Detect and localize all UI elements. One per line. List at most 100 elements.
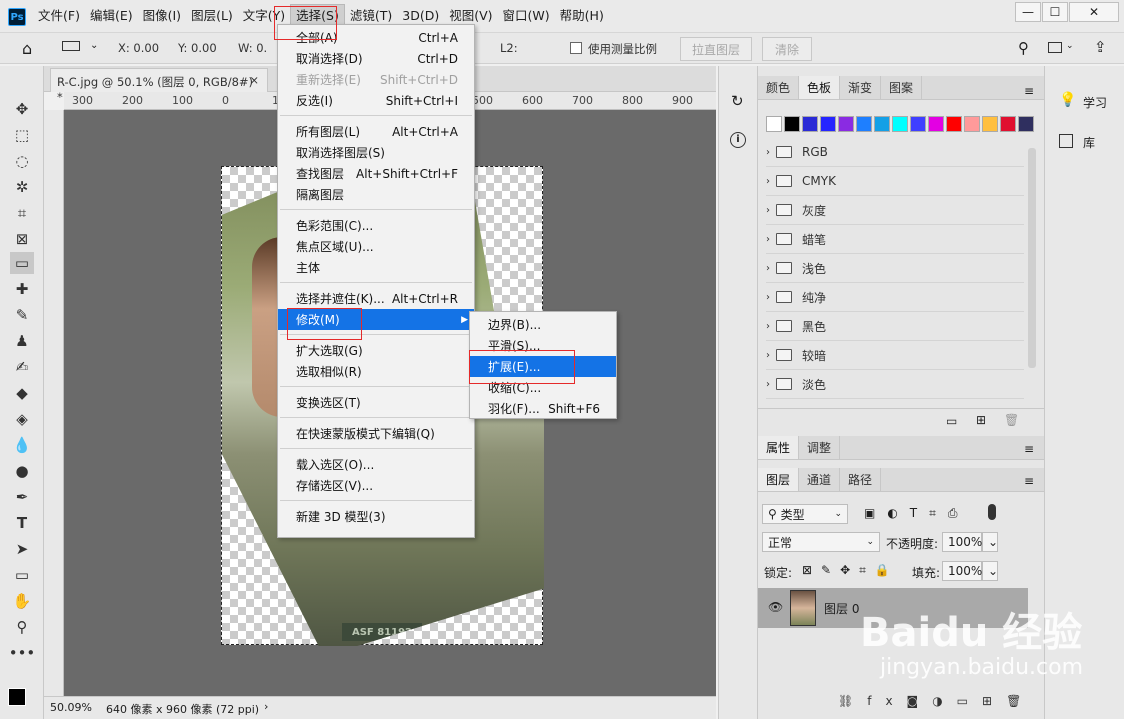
color-swatch[interactable] — [982, 116, 998, 132]
search-icon[interactable]: ⚲ — [1018, 39, 1029, 57]
panel-tab[interactable]: 属性 — [758, 436, 800, 459]
menu-item[interactable]: 所有图层(L) Alt+Ctrl+A — [278, 121, 474, 142]
menu-3[interactable]: 图层(L) — [186, 0, 238, 32]
color-swatch[interactable] — [928, 116, 944, 132]
swatch-group[interactable]: › 黑色 — [766, 312, 1024, 341]
menu-2[interactable]: 图像(I) — [138, 0, 186, 32]
color-swatch[interactable] — [766, 116, 782, 132]
menu-item[interactable]: 反选(I) Shift+Ctrl+I — [278, 90, 474, 111]
new-swatch-icon[interactable]: ⊞ — [976, 413, 986, 427]
menu-item[interactable]: 取消选择(D) Ctrl+D — [278, 48, 474, 69]
straighten-layer-button[interactable]: 拉直图层 — [680, 37, 752, 61]
color-swatch[interactable] — [874, 116, 890, 132]
path-selection-tool-icon[interactable]: ➤ — [10, 538, 34, 560]
menu-item[interactable]: 取消选择图层(S) — [278, 142, 474, 163]
panel-menu-icon[interactable]: ≡ — [1024, 442, 1034, 456]
panel-tab[interactable]: 颜色 — [758, 76, 800, 99]
eye-icon[interactable]: 👁 — [768, 600, 783, 614]
color-swatch[interactable] — [1000, 116, 1016, 132]
use-scale-checkbox[interactable] — [570, 42, 582, 54]
library-icon[interactable] — [1059, 134, 1073, 148]
frame-tool-icon[interactable]: ⊠ — [10, 228, 34, 250]
panel-menu-icon[interactable]: ≡ — [1024, 84, 1034, 98]
foreground-color-swatch[interactable] — [8, 688, 26, 706]
panel-menu-icon[interactable]: ≡ — [1024, 474, 1034, 488]
crop-tool-icon[interactable]: ⌗ — [10, 202, 34, 224]
color-swatch[interactable] — [964, 116, 980, 132]
filter-toggle[interactable] — [988, 504, 996, 520]
lasso-tool-icon[interactable]: ◌ — [10, 150, 34, 172]
layer-name[interactable]: 图层 0 — [824, 600, 859, 617]
panel-tab[interactable]: 调整 — [799, 436, 841, 459]
swatch-group[interactable]: › 浅色 — [766, 254, 1024, 283]
move-tool-icon[interactable]: ✥ — [10, 98, 34, 120]
swatch-group[interactable]: › 纯净 — [766, 283, 1024, 312]
chevron-right-icon[interactable]: › — [766, 176, 770, 187]
menu-item[interactable]: 新建 3D 模型(3) — [278, 506, 474, 527]
share-icon[interactable]: ⇪ — [1094, 38, 1107, 56]
submenu-item[interactable]: 边界(B)... — [470, 314, 616, 335]
color-swatch[interactable] — [910, 116, 926, 132]
menu-item[interactable]: 重新选择(E) Shift+Ctrl+D — [278, 69, 474, 90]
learn-label[interactable]: 学习 — [1083, 94, 1107, 111]
menu-item[interactable]: 选取相似(R) — [278, 361, 474, 382]
layer-filter-icons[interactable]: ▣◐T⌗⎙ — [864, 506, 970, 521]
maximize-button[interactable]: ☐ — [1042, 2, 1068, 22]
menu-item[interactable]: 变换选区(T) — [278, 392, 474, 413]
color-swatch[interactable] — [946, 116, 962, 132]
chevron-right-icon[interactable]: › — [766, 350, 770, 361]
panel-tab[interactable]: 色板 — [799, 76, 841, 99]
blend-mode-select[interactable]: 正常 ⌄ — [762, 532, 880, 552]
magic-wand-tool-icon[interactable]: ✲ — [10, 176, 34, 198]
swatch-group[interactable]: › CMYK — [766, 167, 1024, 196]
layer-filter-select[interactable]: ⚲ 类型 ⌄ — [762, 504, 848, 524]
ruler-tool-icon[interactable]: ▭ — [10, 252, 34, 274]
menu-item[interactable]: 隔离图层 — [278, 184, 474, 205]
chevron-down-icon[interactable]: ⌄ — [982, 561, 998, 581]
menu-item[interactable]: 选择并遮住(K)... Alt+Ctrl+R — [278, 288, 474, 309]
menu-item[interactable]: 查找图层 Alt+Shift+Ctrl+F — [278, 163, 474, 184]
lock-icons[interactable]: ⊠✎✥⌗🔒 — [802, 563, 899, 578]
minimize-button[interactable]: — — [1015, 2, 1041, 22]
menu-item[interactable]: 色彩范围(C)... — [278, 215, 474, 236]
chevron-right-icon[interactable]: › — [766, 147, 770, 158]
swatch-group[interactable]: › RGB — [766, 138, 1024, 167]
ruler-tool-icon[interactable] — [62, 41, 80, 51]
color-swatch[interactable] — [1018, 116, 1034, 132]
chevron-down-icon[interactable]: ⌄ — [90, 40, 98, 51]
panel-tab[interactable]: 图案 — [881, 76, 923, 99]
panel-tab[interactable]: 渐变 — [840, 76, 882, 99]
document-tab[interactable]: R-C.jpg @ 50.1% (图层 0, RGB/8#) * × — [50, 68, 268, 104]
dodge-tool-icon[interactable]: ● — [10, 460, 34, 482]
color-swatch[interactable] — [802, 116, 818, 132]
chevron-down-icon[interactable]: ⌄ — [1066, 41, 1074, 51]
status-arrow-icon[interactable]: › — [264, 700, 268, 713]
color-swatch[interactable] — [838, 116, 854, 132]
menu-item[interactable]: 载入选区(O)... — [278, 454, 474, 475]
menu-9[interactable]: 窗口(W) — [498, 0, 555, 32]
marquee-tool-icon[interactable]: ⬚ — [10, 124, 34, 146]
workspace-icon[interactable] — [1048, 42, 1062, 53]
scrollbar[interactable] — [1028, 148, 1036, 368]
home-icon[interactable]: ⌂ — [22, 39, 32, 58]
hand-tool-icon[interactable]: ✋ — [10, 590, 34, 612]
info-icon[interactable]: i — [730, 132, 746, 148]
paint-bucket-tool-icon[interactable]: ◈ — [10, 408, 34, 430]
fill-input[interactable]: 100% — [942, 561, 982, 581]
menu-item[interactable]: 扩大选取(G) — [278, 340, 474, 361]
chevron-right-icon[interactable]: › — [766, 205, 770, 216]
swatch-group[interactable]: › 较暗 — [766, 341, 1024, 370]
pen-tool-icon[interactable]: ✒ — [10, 486, 34, 508]
layer-footer-icons[interactable]: ⛓fx◙◑▭⊞🗑 — [838, 694, 1035, 708]
opacity-input[interactable]: 100% — [942, 532, 982, 552]
swatch-group[interactable]: › 灰度 — [766, 196, 1024, 225]
menu-1[interactable]: 编辑(E) — [85, 0, 138, 32]
rectangle-tool-icon[interactable]: ▭ — [10, 564, 34, 586]
stamp-tool-icon[interactable]: ♟ — [10, 330, 34, 352]
menu-item[interactable]: 主体 — [278, 257, 474, 278]
chevron-right-icon[interactable]: › — [766, 234, 770, 245]
library-label[interactable]: 库 — [1083, 134, 1095, 151]
chevron-right-icon[interactable]: › — [766, 379, 770, 390]
healing-brush-tool-icon[interactable]: ✚ — [10, 278, 34, 300]
menu-item[interactable]: 焦点区域(U)... — [278, 236, 474, 257]
